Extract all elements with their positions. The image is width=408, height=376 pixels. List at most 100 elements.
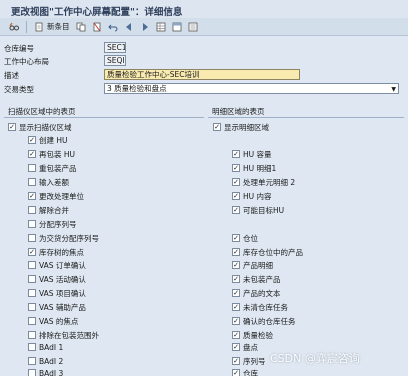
scanner-panel-header: 扫描仪区域中的表页	[4, 107, 204, 118]
checkbox-label: 未包装产品	[243, 274, 281, 284]
checkbox[interactable]: ✓	[232, 261, 240, 269]
delete-icon	[93, 22, 100, 31]
next-entry-button[interactable]	[137, 20, 153, 34]
checkbox-label: 未清仓库任务	[243, 302, 288, 312]
checkbox[interactable]: ✓	[232, 357, 240, 365]
checkbox[interactable]	[28, 357, 36, 365]
checkbox[interactable]	[28, 343, 36, 351]
select-all-button[interactable]	[153, 20, 169, 34]
checkbox[interactable]: ✓	[232, 275, 240, 283]
checkbox[interactable]: ✓	[232, 303, 240, 311]
checkbox-label: 显示扫描仪区域	[19, 122, 72, 132]
checkbox[interactable]: ✓	[232, 192, 240, 200]
checkbox[interactable]: ✓	[232, 234, 240, 242]
checkbox-label: 重包装产品	[39, 163, 77, 173]
description-field[interactable]: 质量检验工作中心-SEC培训	[104, 69, 300, 80]
checkbox[interactable]: ✓	[232, 317, 240, 325]
checkbox-label: HU 内容	[243, 191, 272, 201]
checkbox-label: HU 容量	[243, 149, 272, 159]
checkbox-label: 排除在包装范围外	[39, 330, 99, 340]
checkbox-label: 质量检验	[243, 330, 273, 340]
transaction-type-value: 3 质量检验和盘点	[107, 84, 167, 93]
checkbox[interactable]: ✓	[232, 331, 240, 339]
checkbox[interactable]: ✓	[8, 123, 16, 131]
list-item: ✓ 序列号	[232, 356, 266, 366]
copy-icon	[76, 22, 85, 31]
checkbox-label: BAdI 2	[39, 356, 64, 366]
list-item: VAS 的焦点	[28, 316, 78, 326]
checkbox-label: 仓库	[243, 368, 258, 376]
list-item: ✓ 处理单元明细 2	[232, 177, 295, 187]
copy-as-button[interactable]	[73, 20, 89, 34]
watermark-text: CSDN @弈宸咨询	[270, 352, 360, 365]
list-item: VAS 项目确认	[28, 288, 86, 298]
checkbox[interactable]	[28, 289, 36, 297]
checkbox[interactable]	[28, 261, 36, 269]
checkbox[interactable]: ✓	[28, 136, 36, 144]
previous-entry-button[interactable]	[121, 20, 137, 34]
checkbox[interactable]: ✓	[28, 248, 36, 256]
list-item: 分配序列号	[28, 219, 77, 229]
list-item: ✓ 更改处理单位	[28, 191, 84, 201]
checkbox-label: HU 明细1	[243, 163, 277, 173]
new-document-icon	[35, 22, 43, 31]
delete-button[interactable]	[89, 20, 105, 34]
checkbox[interactable]	[28, 303, 36, 311]
list-item: ✓ 库存树的焦点	[28, 247, 84, 257]
layout-field[interactable]: SEQI	[104, 55, 126, 66]
undo-button[interactable]	[105, 20, 121, 34]
checkbox[interactable]	[28, 178, 36, 186]
list-item: ✓ 仓位	[232, 233, 258, 243]
deselect-button[interactable]	[169, 20, 185, 34]
list-item: ✓ 显示扫描仪区域	[8, 122, 72, 132]
checkbox[interactable]: ✓	[28, 192, 36, 200]
checkbox-label: 处理单元明细 2	[243, 177, 296, 187]
list-item: ✓ 创建 HU	[28, 135, 68, 145]
checkbox[interactable]: ✓	[232, 150, 240, 158]
list-item: ✓ 仓库	[232, 368, 258, 376]
list-item: BAdI 1	[28, 342, 63, 352]
warehouse-field[interactable]: SEC1	[104, 42, 126, 53]
checkbox[interactable]: ✓	[232, 343, 240, 351]
list-item: ✓ HU 容量	[232, 149, 272, 159]
list-item: 重包装产品	[28, 163, 77, 173]
checkbox[interactable]: ✓	[232, 289, 240, 297]
list-icon	[188, 22, 197, 31]
checkbox[interactable]	[28, 369, 36, 376]
checkbox[interactable]: ✓	[28, 150, 36, 158]
checkbox[interactable]	[28, 206, 36, 214]
list-item: ✓ 产品明细	[232, 260, 273, 270]
list-item: ✓ 未包装产品	[232, 274, 281, 284]
checkbox-label: 为交货分配序列号	[39, 233, 99, 243]
list-item: ✓ 产品的文本	[232, 288, 281, 298]
toolbar: 新条目	[0, 18, 408, 36]
checkbox[interactable]: ✓	[232, 248, 240, 256]
transport-button[interactable]	[185, 20, 201, 34]
checkbox[interactable]	[28, 234, 36, 242]
window-title: 更改视图"工作中心屏幕配置"：详细信息	[0, 0, 408, 18]
list-item: 输入差额	[28, 177, 69, 187]
checkbox[interactable]	[28, 331, 36, 339]
display-change-button[interactable]	[6, 20, 22, 34]
checkbox[interactable]: ✓	[213, 123, 221, 131]
checkbox[interactable]	[28, 275, 36, 283]
list-item: BAdI 3	[28, 368, 63, 376]
checkbox[interactable]: ✓	[232, 178, 240, 186]
checkbox-label: VAS 项目确认	[39, 288, 86, 298]
list-item: 排除在包装范围外	[28, 330, 99, 340]
list-item: ✓ 未清仓库任务	[232, 302, 288, 312]
checkbox-label: VAS 活动确认	[39, 274, 86, 284]
checkbox[interactable]	[28, 220, 36, 228]
checkbox[interactable]	[28, 317, 36, 325]
checkbox[interactable]: ✓	[232, 164, 240, 172]
table-icon	[172, 22, 181, 31]
list-item: ✓ HU 明细1	[232, 163, 276, 173]
checkbox[interactable]	[28, 164, 36, 172]
checkbox-label: 库存树的焦点	[39, 247, 84, 257]
transaction-type-select[interactable]: 3 质量检验和盘点 ▼	[104, 83, 399, 94]
new-entry-button[interactable]: 新条目	[31, 20, 73, 34]
checkbox[interactable]: ✓	[232, 206, 240, 214]
list-item: 解除合并	[28, 205, 69, 215]
checkbox[interactable]: ✓	[232, 369, 240, 376]
checkbox-label: 解除合并	[39, 205, 69, 215]
